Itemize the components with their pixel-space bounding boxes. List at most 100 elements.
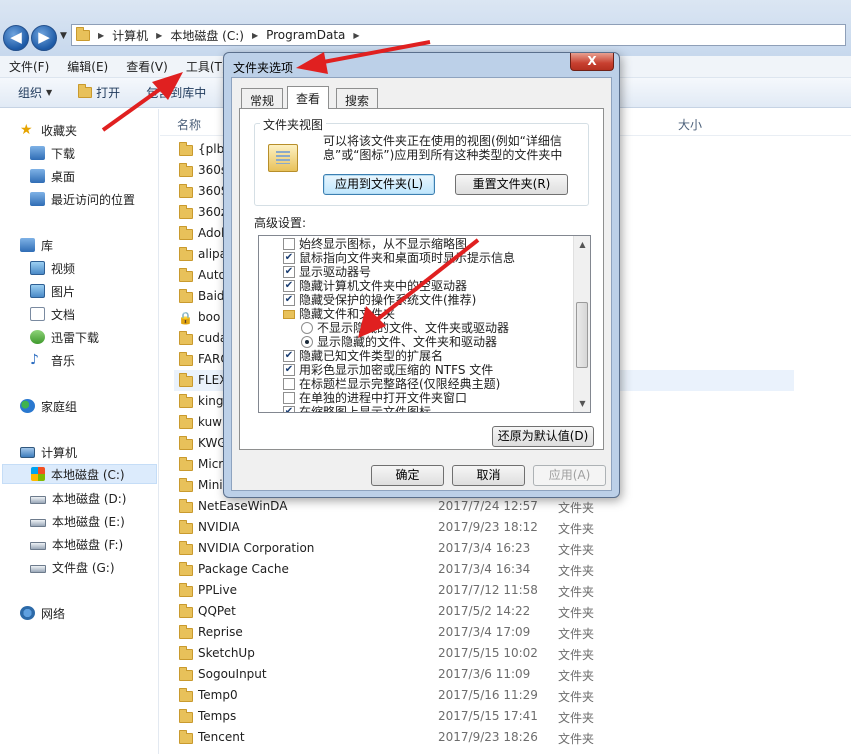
setting-checkbox-row[interactable]: ✔ 鼠标指向文件夹和桌面项时显示提示信息 [283,251,515,265]
radio-unselected-icon[interactable] [301,322,313,334]
reset-folders-button[interactable]: 重置文件夹(R) [455,174,568,195]
column-header-name[interactable]: 名称 [177,116,201,133]
setting-checkbox-row[interactable]: 始终显示图标，从不显示缩略图 [283,237,467,251]
modified-date: 2017/5/2 14:22 [438,604,531,618]
modified-date: 2017/7/12 11:58 [438,583,538,597]
breadcrumb-programdata[interactable]: ProgramData [262,28,349,42]
setting-checkbox-row[interactable]: ✔ 隐藏已知文件类型的扩展名 [283,349,443,363]
table-row[interactable]: PPLive 2017/7/12 11:58 文件夹 [174,580,834,601]
sidebar-item-drive-f[interactable]: 本地磁盘 (F:) [30,534,123,554]
scroll-up-icon[interactable]: ▲ [574,236,590,253]
table-row[interactable]: NVIDIA 2017/9/23 18:12 文件夹 [174,517,834,538]
sidebar-item-drive-e[interactable]: 本地磁盘 (E:) [30,511,125,531]
setting-checkbox-row[interactable]: ✔ 用彩色显示加密或压缩的 NTFS 文件 [283,363,493,377]
sidebar-item-pictures[interactable]: 图片 [30,281,75,301]
table-row[interactable]: SketchUp 2017/5/15 10:02 文件夹 [174,643,834,664]
sidebar-item-drive-d[interactable]: 本地磁盘 (D:) [30,488,126,508]
vertical-scrollbar[interactable]: ▲ ▼ [573,236,590,412]
setting-checkbox-row[interactable]: 在单独的进程中打开文件夹窗口 [283,391,467,405]
menu-file[interactable]: 文件(F) [0,56,58,78]
sidebar-item-desktop[interactable]: 桌面 [30,166,75,186]
cancel-button[interactable]: 取消 [452,465,525,486]
sidebar-item-videos[interactable]: 视频 [30,258,75,278]
table-row[interactable]: Temps 2017/5/15 17:41 文件夹 [174,706,834,727]
checkbox-checked-icon[interactable]: ✔ [283,252,295,264]
checkbox-checked-icon[interactable]: ✔ [283,350,295,362]
sidebar-item-recent[interactable]: 最近访问的位置 [30,189,135,209]
folder-icon [179,625,193,639]
setting-radio-row[interactable]: 不显示隐藏的文件、文件夹或驱动器 [301,321,509,335]
apply-to-folders-button[interactable]: 应用到文件夹(L) [323,174,435,195]
checkbox-checked-icon[interactable]: ✔ [283,266,295,278]
folder-icon [179,205,193,219]
tab-search[interactable]: 搜索 [336,88,379,108]
sidebar-item-network[interactable]: 网络 [20,603,65,623]
menu-view[interactable]: 查看(V) [117,56,177,78]
forward-button[interactable]: ▶ [31,25,57,51]
back-button[interactable]: ◀ [3,25,29,51]
table-row[interactable]: QQPet 2017/5/2 14:22 文件夹 [174,601,834,622]
sidebar-item-drive-c[interactable]: 本地磁盘 (C:) [2,464,157,484]
sidebar-item-homegroup[interactable]: 家庭组 [20,396,77,416]
file-name: Auto [198,268,226,282]
table-row[interactable]: Reprise 2017/3/4 17:09 文件夹 [174,622,834,643]
sidebar-item-xunlei[interactable]: 迅雷下载 [30,327,99,347]
menu-edit[interactable]: 编辑(E) [58,56,117,78]
column-header-size[interactable]: 大小 [678,116,702,133]
apply-button[interactable]: 应用(A) [533,465,606,486]
tab-general[interactable]: 常规 [241,88,284,108]
radio-selected-icon[interactable] [301,336,313,348]
setting-radio-row[interactable]: 显示隐藏的文件、文件夹和驱动器 [301,335,497,349]
checkbox-unchecked-icon[interactable] [283,392,295,404]
breadcrumb-arrow-icon[interactable]: ▶ [248,31,262,40]
restore-defaults-button[interactable]: 还原为默认值(D) [492,426,594,447]
scroll-thumb[interactable] [576,302,588,368]
sidebar-item-computer[interactable]: 计算机 [20,442,77,462]
table-row[interactable]: NVIDIA Corporation 2017/3/4 16:23 文件夹 [174,538,834,559]
sidebar-item-downloads[interactable]: 下载 [30,143,75,163]
sidebar-item-label: 本地磁盘 (F:) [52,537,124,552]
checkbox-checked-icon[interactable]: ✔ [283,294,295,306]
table-row[interactable]: Temp0 2017/5/16 11:29 文件夹 [174,685,834,706]
breadcrumb-arrow-icon[interactable]: ▶ [349,31,363,40]
checkbox-checked-icon[interactable]: ✔ [283,364,295,376]
setting-checkbox-row[interactable]: ✔ 隐藏计算机文件夹中的空驱动器 [283,279,467,293]
setting-checkbox-row[interactable]: ✔ 显示驱动器号 [283,265,371,279]
open-button[interactable]: 打开 [62,84,130,101]
breadcrumb-arrow-icon[interactable]: ▶ [94,31,108,40]
setting-checkbox-row[interactable]: 在标题栏显示完整路径(仅限经典主题) [283,377,500,391]
breadcrumb-drive-c[interactable]: 本地磁盘 (C:) [166,27,248,44]
address-bar[interactable]: ▶ 计算机 ▶ 本地磁盘 (C:) ▶ ProgramData ▶ [71,24,846,46]
include-in-library-button[interactable]: 包含到库中 [130,84,216,101]
checkbox-unchecked-icon[interactable] [283,378,295,390]
setting-label: 显示隐藏的文件、文件夹和驱动器 [317,335,498,349]
breadcrumb-computer[interactable]: 计算机 [108,27,152,44]
scroll-down-icon[interactable]: ▼ [574,395,590,412]
table-row[interactable]: SogouInput 2017/3/6 11:09 文件夹 [174,664,834,685]
sidebar-item-drive-g[interactable]: 文件盘 (G:) [30,557,115,577]
organize-button[interactable]: 组织 ▼ [0,84,62,101]
dialog-body: 常规 查看 搜索 文件夹视图 可以将该文件夹正在使用的视图(例如“详细信息”或“… [231,77,612,491]
file-name: boo [198,310,221,324]
include-label: 包含到库中 [146,86,207,100]
close-button[interactable]: X [570,53,614,71]
table-row[interactable]: Tencent 2017/9/23 18:26 文件夹 [174,727,834,748]
tab-view[interactable]: 查看 [287,86,330,109]
table-row[interactable]: NetEaseWinDA 2017/7/24 12:57 文件夹 [174,496,834,517]
sidebar-item-libraries[interactable]: 库 [20,235,53,255]
sidebar-item-documents[interactable]: 文档 [30,304,75,324]
setting-checkbox-row[interactable]: ✔ 隐藏受保护的操作系统文件(推荐) [283,293,476,307]
sidebar-item-music[interactable]: ♪ 音乐 [30,350,75,370]
checkbox-checked-icon[interactable]: ✔ [283,280,295,292]
breadcrumb-arrow-icon[interactable]: ▶ [152,31,166,40]
checkbox-unchecked-icon[interactable] [283,238,295,250]
folder-icon [179,688,193,702]
advanced-settings-list[interactable]: ▲ ▼ 始终显示图标，从不显示缩略图 ✔ 鼠标指向文件夹和桌面项时显示提示信息 ✔ 显示… [258,235,591,413]
setting-checkbox-row[interactable]: ✔ 在缩略图上显示文件图标 [283,405,431,412]
sidebar-item-favorites[interactable]: ★ 收藏夹 [20,120,77,140]
checkbox-checked-icon[interactable]: ✔ [283,406,295,412]
recent-pages-dropdown[interactable]: ▼ [60,31,67,41]
hard-drive-icon [30,519,46,527]
ok-button[interactable]: 确定 [371,465,444,486]
table-row[interactable]: Package Cache 2017/3/4 16:34 文件夹 [174,559,834,580]
